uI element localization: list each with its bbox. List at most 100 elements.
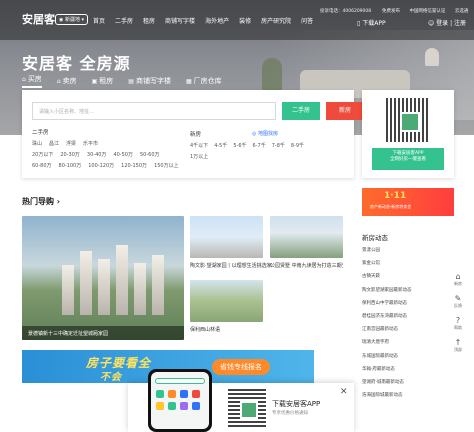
tower	[116, 245, 128, 315]
hot-guide-image-1[interactable]	[190, 216, 263, 258]
hero-lamp	[425, 48, 439, 66]
nav-item-commercial[interactable]: 商铺写字楼	[165, 16, 195, 25]
tab-commercial[interactable]: ▤ 商铺写字楼	[128, 74, 171, 88]
hot-guide-image-2[interactable]	[270, 216, 343, 258]
secondhand-regions: 珠山 昌江 浮梁 乐平市	[32, 140, 98, 147]
tab-buy[interactable]: ⌂ 买房	[22, 74, 42, 88]
list-item[interactable]: 江南宫园最新动态	[362, 326, 412, 339]
nav-item-secondhand[interactable]: 二手房	[115, 16, 133, 25]
user-icon: ☺	[428, 20, 437, 27]
side-news-list: 景漾公园 紫金公馆 古镇天簌 陶文影望湖家园最新动态 保利西山中学最新动态 碧桂…	[362, 247, 412, 405]
price-link[interactable]: 4千以下	[190, 142, 208, 149]
price-link[interactable]: 20-30万	[60, 151, 80, 158]
price-link[interactable]: 80-100万	[59, 162, 82, 169]
credit-link[interactable]: 中国网络信誉认证	[409, 9, 445, 14]
house-icon: ⌂	[455, 272, 461, 281]
list-item[interactable]: 古镇天簌	[362, 273, 412, 286]
app-icon	[180, 390, 188, 398]
price-link[interactable]: 7-8千	[272, 142, 285, 149]
search-new-button[interactable]: 新房	[326, 102, 364, 120]
list-item[interactable]: 保利西山中学最新动态	[362, 300, 412, 313]
app-icon	[192, 390, 200, 398]
list-item[interactable]: 浩海国际城最新动态	[362, 392, 412, 405]
tower	[62, 265, 74, 315]
hot-guide-image-3[interactable]	[190, 280, 263, 322]
price-link[interactable]: 20万以下	[32, 151, 53, 158]
hot-guide-title[interactable]: 热门导购 ›	[22, 196, 60, 207]
price-link[interactable]: 50-60万	[140, 151, 160, 158]
map-search-link[interactable]: ◎ 地图找房	[252, 130, 278, 137]
arrow-up-icon: ↑	[454, 338, 462, 347]
hot-guide-caption-2[interactable]: 公园贤墅 中南九读居为打造三期交付	[270, 262, 343, 269]
region-link[interactable]: 浮梁	[66, 140, 76, 147]
login-register-link[interactable]: ☺ 登录 | 注册	[428, 18, 466, 27]
list-item[interactable]: 紫金公馆	[362, 260, 412, 273]
tool-label: 新房	[454, 281, 462, 286]
popup-title: 下载安居客APP	[272, 400, 321, 408]
nav-item-home[interactable]: 首页	[93, 16, 105, 25]
qr-btn-line2: 全网好房一键查看	[390, 156, 426, 162]
list-item[interactable]: 陶文影望湖家园最新动态	[362, 287, 412, 300]
nav-item-qa[interactable]: 问答	[301, 16, 313, 25]
tower	[134, 263, 146, 315]
side-promo[interactable]: 1·11 房产新动态·新房特卖会	[362, 188, 454, 216]
nav-item-decoration[interactable]: 装修	[239, 16, 251, 25]
list-item[interactable]: 东城国际最新动态	[362, 353, 412, 366]
city-selector[interactable]: ◉ 新疆地 ▾	[55, 14, 89, 25]
search-input[interactable]: 请输入小区名称、地址…	[32, 102, 276, 120]
tool-help[interactable]: ? 帮助	[448, 316, 468, 338]
promo-headline: 1·11	[384, 191, 407, 201]
house-icon: ⌂	[22, 75, 26, 83]
tab-label: 卖房	[62, 77, 77, 85]
hot-guide-caption-3[interactable]: 保利西山林语	[190, 326, 220, 333]
search-placeholder: 请输入小区名称、地址…	[39, 108, 95, 115]
feature-caption: 景德镇新十三中确定迁址望城厢家园	[22, 326, 184, 340]
download-app-button[interactable]: 下载安居客APP 全网好房一键查看	[372, 148, 444, 170]
price-link[interactable]: 40-50万	[113, 151, 133, 158]
price-link[interactable]: 120-150万	[121, 162, 147, 169]
publish-link[interactable]: 免费发布	[382, 9, 400, 14]
tab-rent[interactable]: ▣ 租房	[92, 74, 114, 88]
price-link[interactable]: 8-9千	[291, 142, 304, 149]
chevron-down-icon: ▾	[79, 17, 85, 23]
nav-item-rent[interactable]: 租房	[143, 16, 155, 25]
factory-icon: ▦	[185, 77, 192, 85]
price-link[interactable]: 60-80万	[32, 162, 52, 169]
hot-guide-caption-1[interactable]: 陶文影·望湖家园丨以理想生活挑选家	[190, 262, 272, 269]
list-item[interactable]: 华翰·府最新动态	[362, 366, 412, 379]
list-item[interactable]: 景漾公园	[362, 247, 412, 260]
tool-label: 反馈	[454, 303, 462, 308]
list-item[interactable]: 碧桂园济东湾最新动态	[362, 313, 412, 326]
cloud-link[interactable]: 云选通	[455, 9, 469, 14]
close-icon[interactable]: ✕	[340, 387, 348, 397]
price-link[interactable]: 4-5千	[214, 142, 227, 149]
nav-item-research[interactable]: 房产研究院	[261, 16, 291, 25]
region-link[interactable]: 珠山	[32, 140, 42, 147]
price-link[interactable]: 6-7千	[253, 142, 266, 149]
region-link[interactable]: 乐平市	[83, 140, 98, 147]
tab-sell[interactable]: ⌂ 卖房	[57, 74, 77, 88]
list-item[interactable]: 瑞清大唐宇府	[362, 339, 412, 352]
tower	[98, 259, 110, 315]
tab-factory[interactable]: ▦ 厂房仓库	[186, 74, 222, 88]
nav-item-overseas[interactable]: 海外地产	[205, 16, 229, 25]
tool-feedback[interactable]: ✎ 反馈	[448, 294, 468, 316]
tool-label: 帮助	[454, 325, 462, 330]
site-logo[interactable]: 安居客	[22, 11, 55, 27]
price-link[interactable]: 1万以上	[190, 153, 208, 160]
hot-guide-feature-image[interactable]: 景德镇新十三中确定迁址望城厢家园	[22, 216, 184, 340]
price-link[interactable]: 100-120万	[88, 162, 114, 169]
price-link[interactable]: 30-40万	[87, 151, 107, 158]
app-icon	[168, 390, 176, 398]
hero-slogan: 安居客 全房源	[22, 54, 131, 73]
list-item[interactable]: 望湖府·城南最新动态	[362, 379, 412, 392]
price-link[interactable]: 5-6千	[233, 142, 246, 149]
tool-top[interactable]: ↑ 顶部	[448, 338, 468, 360]
tab-label: 买房	[27, 75, 42, 83]
search-secondhand-button[interactable]: 二手房	[282, 102, 320, 120]
download-app-link[interactable]: ▯ 下载APP	[357, 18, 386, 27]
tool-newhouse[interactable]: ⌂ 新房	[448, 272, 468, 294]
banner-signup-button[interactable]: 省钱专线报名	[212, 359, 270, 375]
price-link[interactable]: 150万以上	[154, 162, 179, 169]
region-link[interactable]: 昌江	[49, 140, 59, 147]
